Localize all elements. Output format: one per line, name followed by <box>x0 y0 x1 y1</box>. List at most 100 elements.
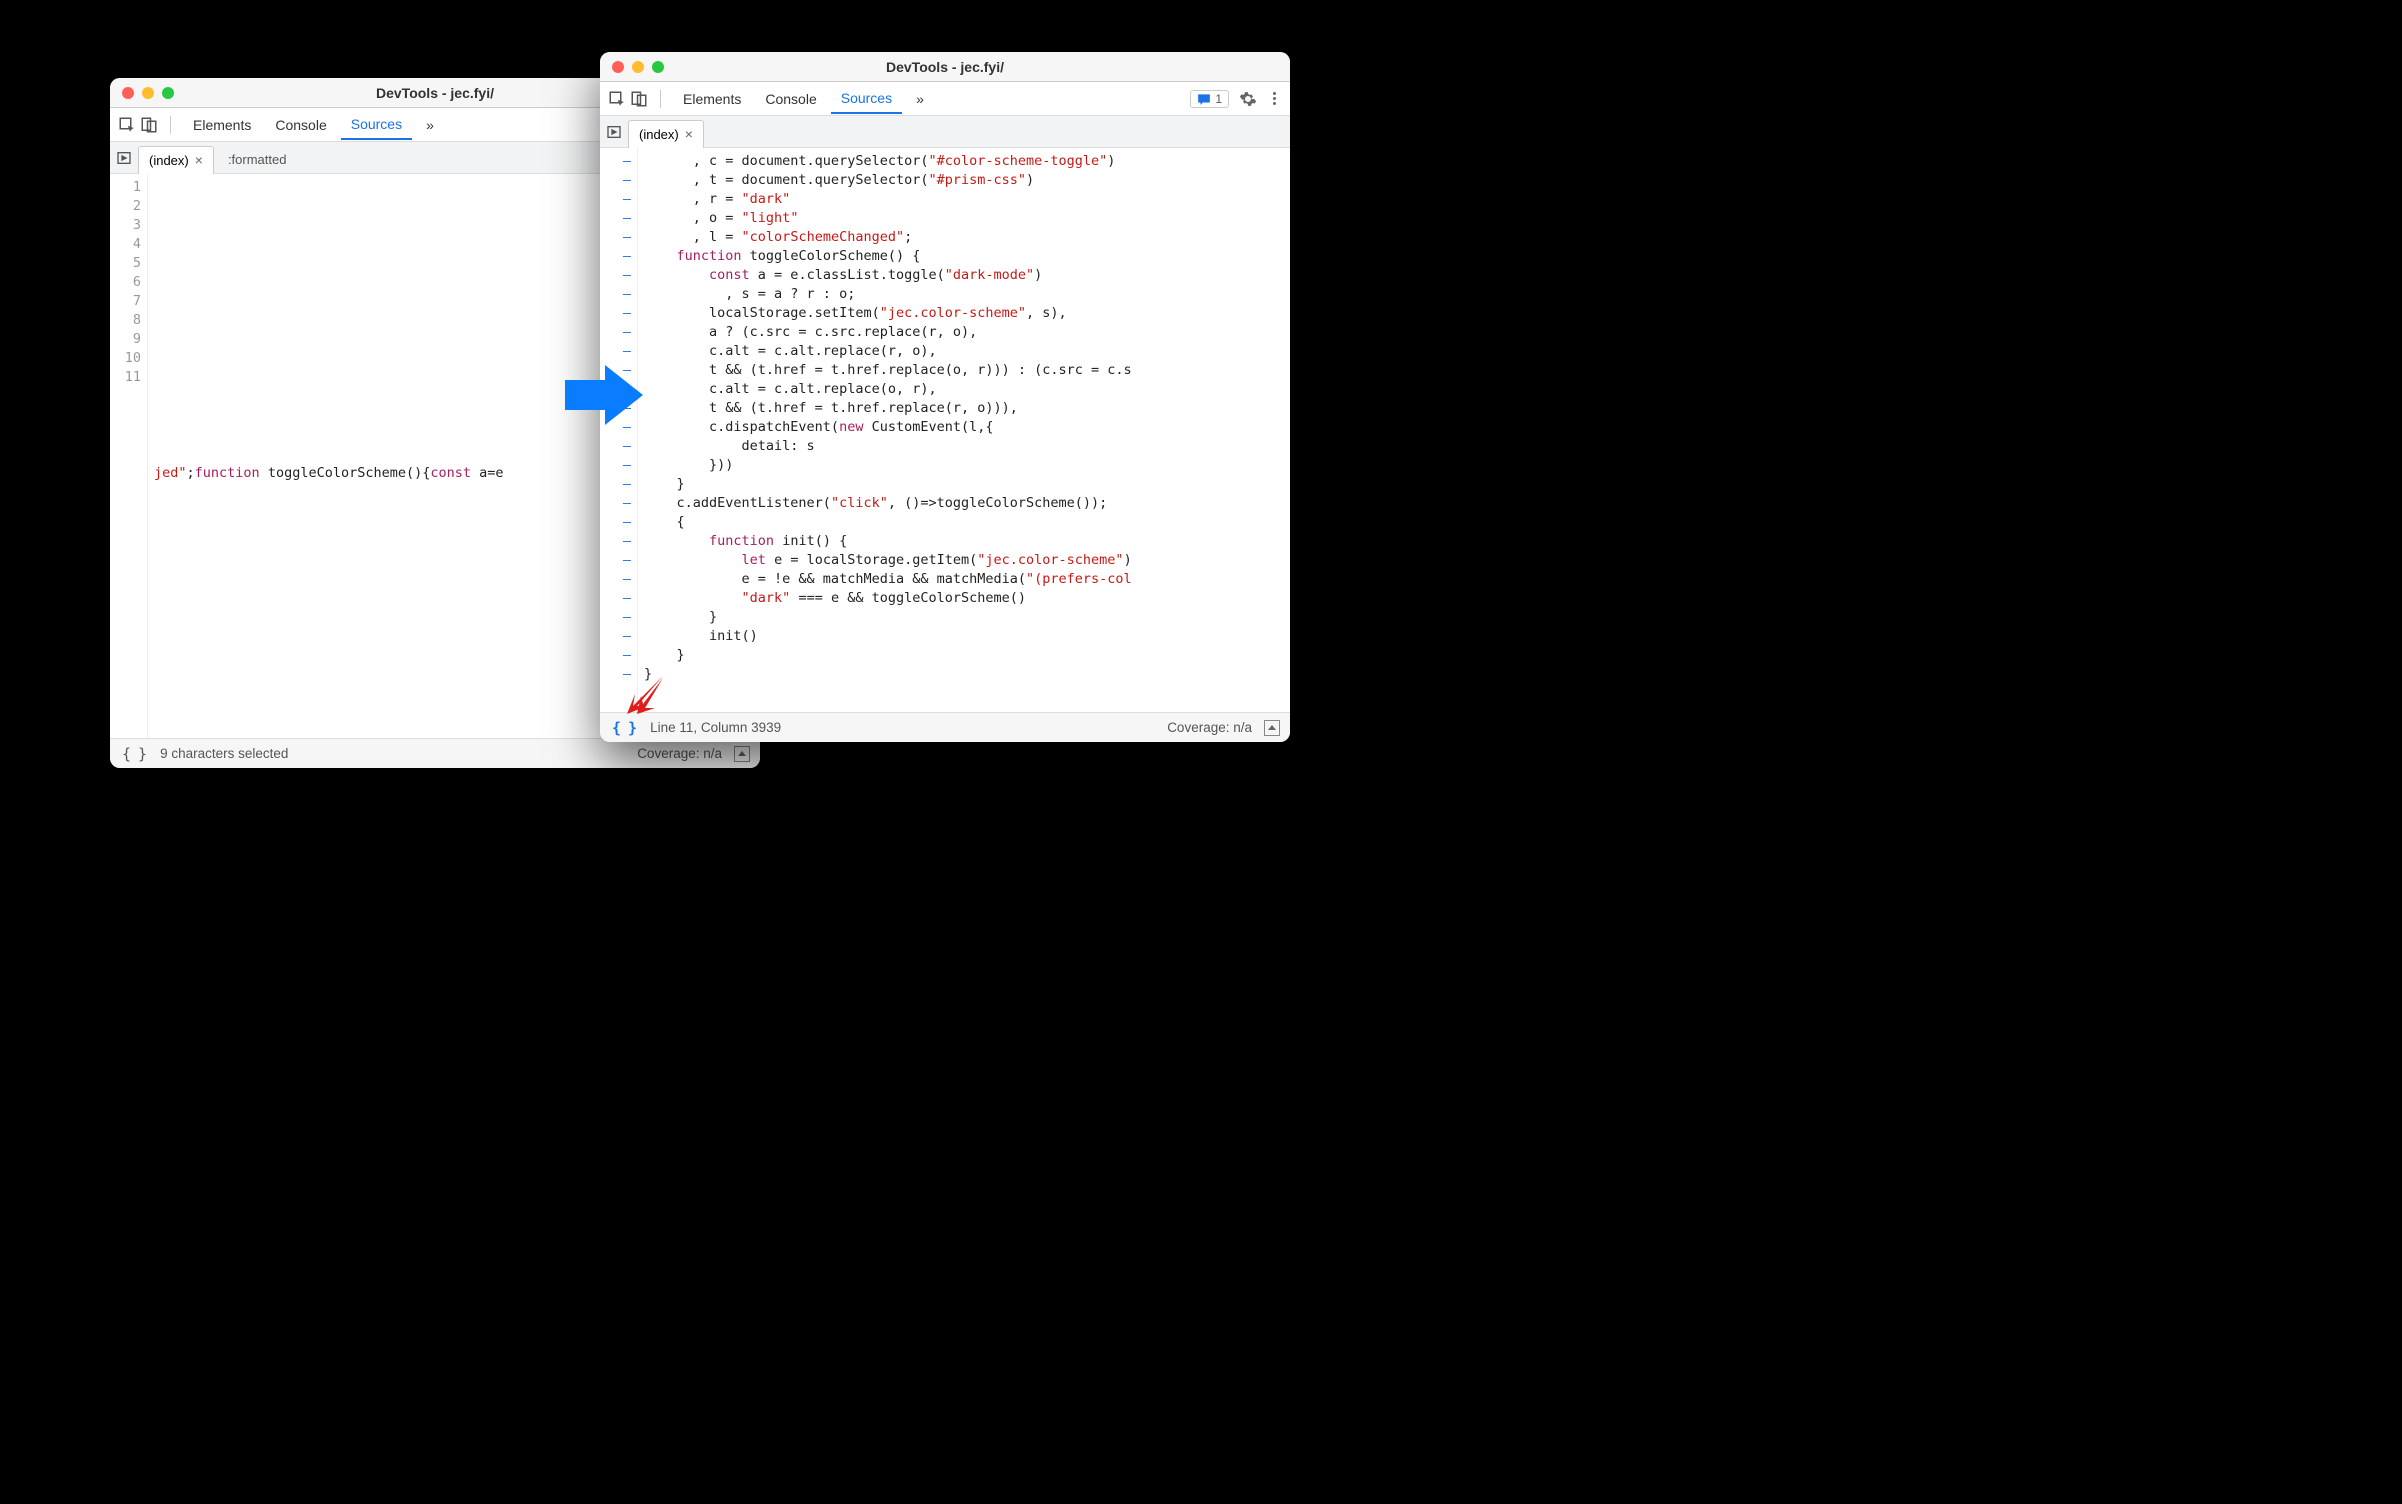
issues-badge[interactable]: 1 <box>1190 90 1229 108</box>
status-cursor: Line 11, Column 3939 <box>650 720 781 735</box>
code-line[interactable]: "dark" === e && toggleColorScheme() <box>644 589 1284 608</box>
code-line[interactable]: t && (t.href = t.href.replace(o, r))) : … <box>644 361 1284 380</box>
pretty-print-icon[interactable]: { } <box>610 719 638 737</box>
close-icon[interactable] <box>122 87 134 99</box>
close-tab-icon[interactable]: × <box>685 127 693 141</box>
code-line[interactable]: , o = "light" <box>644 209 1284 228</box>
code-editor-right[interactable]: –––––––––––––––––––––––––––– , c = docum… <box>600 148 1290 712</box>
gutter-line: 2 <box>112 197 141 216</box>
gutter-dash: – <box>602 171 631 190</box>
tab-sources[interactable]: Sources <box>341 110 412 140</box>
device-icon[interactable] <box>630 90 648 108</box>
code-line[interactable]: a ? (c.src = c.src.replace(r, o), <box>644 323 1284 342</box>
code-line[interactable]: c.dispatchEvent(new CustomEvent(l,{ <box>644 418 1284 437</box>
devtools-window-right: DevTools - jec.fyi/ Elements Console Sou… <box>600 52 1290 742</box>
code-line[interactable]: })) <box>644 456 1284 475</box>
gutter-dash: – <box>602 209 631 228</box>
gutter-dash: – <box>602 247 631 266</box>
file-tab-label: (index) <box>639 127 679 142</box>
gear-icon[interactable] <box>1233 90 1263 108</box>
file-tab-index[interactable]: (index) × <box>628 120 704 148</box>
annotation-arrow-blue <box>565 360 645 435</box>
status-coverage: Coverage: n/a <box>637 746 722 761</box>
window-title: DevTools - jec.fyi/ <box>600 59 1290 75</box>
inspect-icon[interactable] <box>118 116 136 134</box>
code-line[interactable]: } <box>644 608 1284 627</box>
tab-console[interactable]: Console <box>265 111 336 139</box>
gutter-line: 7 <box>112 292 141 311</box>
code-line[interactable]: init() <box>644 627 1284 646</box>
close-icon[interactable] <box>612 61 624 73</box>
gutter: 1234567891011 <box>110 174 148 738</box>
pretty-print-icon[interactable]: { } <box>120 745 148 763</box>
code-line[interactable]: } <box>644 475 1284 494</box>
tab-sources[interactable]: Sources <box>831 84 902 114</box>
tab-overflow[interactable]: » <box>906 85 934 113</box>
gutter-dash: – <box>602 437 631 456</box>
tab-overflow[interactable]: » <box>416 111 444 139</box>
code-line[interactable]: const a = e.classList.toggle("dark-mode"… <box>644 266 1284 285</box>
gutter-dash: – <box>602 475 631 494</box>
gutter-dash: – <box>602 342 631 361</box>
code-line[interactable]: , r = "dark" <box>644 190 1284 209</box>
status-selection: 9 characters selected <box>160 746 288 761</box>
traffic-lights <box>612 61 664 73</box>
show-drawer-icon[interactable] <box>734 746 750 762</box>
navigator-icon[interactable] <box>116 150 132 166</box>
code-line[interactable]: function init() { <box>644 532 1284 551</box>
code-line[interactable]: c.alt = c.alt.replace(r, o), <box>644 342 1284 361</box>
code-line[interactable]: , s = a ? r : o; <box>644 285 1284 304</box>
titlebar[interactable]: DevTools - jec.fyi/ <box>600 52 1290 82</box>
gutter-dash: – <box>602 570 631 589</box>
code-line[interactable]: , l = "colorSchemeChanged"; <box>644 228 1284 247</box>
gutter-dash: – <box>602 646 631 665</box>
file-tab-formatted[interactable]: :formatted <box>220 146 295 174</box>
kebab-menu-icon[interactable] <box>1267 92 1282 105</box>
show-drawer-icon[interactable] <box>1264 720 1280 736</box>
separator <box>170 116 171 134</box>
separator <box>660 90 661 108</box>
gutter-line: 1 <box>112 178 141 197</box>
code-line[interactable]: detail: s <box>644 437 1284 456</box>
navigator-icon[interactable] <box>606 124 622 140</box>
code-line[interactable]: , t = document.querySelector("#prism-css… <box>644 171 1284 190</box>
device-icon[interactable] <box>140 116 158 134</box>
gutter-line: 6 <box>112 273 141 292</box>
code-line[interactable]: c.addEventListener("click", ()=>toggleCo… <box>644 494 1284 513</box>
code-line[interactable]: } <box>644 646 1284 665</box>
gutter-line: 5 <box>112 254 141 273</box>
main-toolbar: Elements Console Sources » 1 <box>600 82 1290 116</box>
code-line[interactable]: } <box>644 665 1284 684</box>
gutter-line: 4 <box>112 235 141 254</box>
gutter-dash: – <box>602 513 631 532</box>
code-line[interactable]: c.alt = c.alt.replace(o, r), <box>644 380 1284 399</box>
tab-elements[interactable]: Elements <box>183 111 261 139</box>
annotation-arrow-red <box>625 676 665 721</box>
code-line[interactable]: e = !e && matchMedia && matchMedia("(pre… <box>644 570 1284 589</box>
status-bar: { } 9 characters selected Coverage: n/a <box>110 738 760 768</box>
maximize-icon[interactable] <box>652 61 664 73</box>
inspect-icon[interactable] <box>608 90 626 108</box>
code-line[interactable]: , c = document.querySelector("#color-sch… <box>644 152 1284 171</box>
code-line[interactable]: localStorage.setItem("jec.color-scheme",… <box>644 304 1284 323</box>
code-content[interactable]: , c = document.querySelector("#color-sch… <box>638 148 1290 712</box>
close-tab-icon[interactable]: × <box>195 153 203 167</box>
gutter-dash: – <box>602 323 631 342</box>
code-line[interactable]: t && (t.href = t.href.replace(r, o))), <box>644 399 1284 418</box>
gutter-dash: – <box>602 190 631 209</box>
gutter-dash: – <box>602 266 631 285</box>
gutter-dash: – <box>602 532 631 551</box>
gutter-dash: – <box>602 152 631 171</box>
file-tab-index[interactable]: (index) × <box>138 146 214 174</box>
minimize-icon[interactable] <box>142 87 154 99</box>
traffic-lights <box>122 87 174 99</box>
code-line[interactable]: let e = localStorage.getItem("jec.color-… <box>644 551 1284 570</box>
gutter-dash: – <box>602 589 631 608</box>
tab-elements[interactable]: Elements <box>673 85 751 113</box>
gutter-dash: – <box>602 551 631 570</box>
tab-console[interactable]: Console <box>755 85 826 113</box>
minimize-icon[interactable] <box>632 61 644 73</box>
code-line[interactable]: function toggleColorScheme() { <box>644 247 1284 266</box>
maximize-icon[interactable] <box>162 87 174 99</box>
code-line[interactable]: { <box>644 513 1284 532</box>
